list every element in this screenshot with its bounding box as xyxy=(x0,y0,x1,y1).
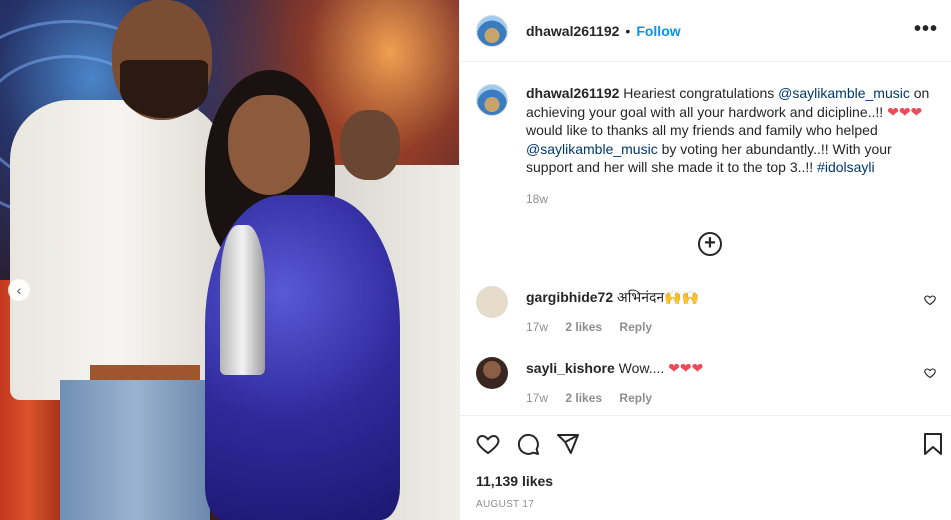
comment-time[interactable]: 17w xyxy=(526,320,548,334)
caption-part: would like to thanks all my friends and … xyxy=(526,122,878,138)
caption-part: Heariest congratulations xyxy=(619,85,779,101)
plus-circle-icon[interactable]: + xyxy=(698,232,722,256)
comment-message: अभिनंदन🙌🙌 xyxy=(613,289,700,305)
post-actions: 11,139 likes AUGUST 17 xyxy=(460,415,951,520)
bookmark-icon[interactable] xyxy=(922,432,944,461)
woman-face xyxy=(228,95,310,195)
hashtag-link[interactable]: #idolsayli xyxy=(817,159,875,175)
likes-count[interactable]: 11,139 likes xyxy=(476,473,553,489)
caption-username[interactable]: dhawal261192 xyxy=(526,85,619,101)
comment-message: Wow.... xyxy=(614,360,669,376)
caption-text: dhawal261192 Heariest congratulations @s… xyxy=(526,84,940,177)
reply-button[interactable]: Reply xyxy=(619,391,652,405)
more-options-icon[interactable]: ••• xyxy=(914,19,938,39)
man-shirt xyxy=(10,100,225,400)
comment-avatar[interactable] xyxy=(476,286,508,318)
background-person-head xyxy=(340,110,400,180)
author-username[interactable]: dhawal261192 xyxy=(526,23,619,39)
mention-link[interactable]: @saylikamble_music xyxy=(526,141,658,157)
comment-time[interactable]: 17w xyxy=(526,391,548,405)
heart-emojis: ❤❤❤ xyxy=(668,360,704,376)
carousel-prev-icon[interactable]: ‹ xyxy=(8,279,30,301)
comment-like-heart-icon[interactable] xyxy=(924,294,936,309)
trophy xyxy=(220,225,265,375)
man-beard xyxy=(120,60,208,118)
comment-avatar[interactable] xyxy=(476,357,508,389)
comment-like-heart-icon[interactable] xyxy=(924,367,936,382)
heart-emojis: ❤❤❤ xyxy=(887,103,923,120)
comment-text: sayli_kishore Wow.... ❤❤❤ xyxy=(526,359,906,377)
mention-link[interactable]: @saylikamble_music xyxy=(778,85,910,101)
man-jeans xyxy=(60,380,210,520)
comment-meta: 17w 2 likes Reply xyxy=(526,391,666,405)
post-date[interactable]: AUGUST 17 xyxy=(476,499,534,510)
comment-icon[interactable] xyxy=(516,432,540,461)
comment-likes[interactable]: 2 likes xyxy=(565,320,602,334)
comment-username[interactable]: sayli_kishore xyxy=(526,360,615,376)
post-photo[interactable]: ‹ xyxy=(0,0,459,520)
instagram-post: ‹ dhawal261192 • Follow ••• dhawal261192… xyxy=(0,0,951,520)
comment-likes[interactable]: 2 likes xyxy=(565,391,602,405)
separator-dot: • xyxy=(625,22,631,39)
caption-time[interactable]: 18w xyxy=(526,192,548,206)
comment-username[interactable]: gargibhide72 xyxy=(526,289,613,305)
comment-text: gargibhide72 अभिनंदन🙌🙌 xyxy=(526,288,906,306)
post-side-panel: dhawal261192 • Follow ••• dhawal261192 H… xyxy=(459,0,951,520)
follow-button[interactable]: Follow xyxy=(636,23,680,39)
post-caption: dhawal261192 Heariest congratulations @s… xyxy=(476,84,940,177)
post-header: dhawal261192 • Follow ••• xyxy=(460,0,951,62)
comment-meta: 17w 2 likes Reply xyxy=(526,320,666,334)
share-icon[interactable] xyxy=(556,432,580,461)
author-avatar[interactable] xyxy=(476,14,508,47)
caption-avatar[interactable] xyxy=(476,84,508,116)
heart-icon[interactable] xyxy=(476,432,500,461)
reply-button[interactable]: Reply xyxy=(619,320,652,334)
